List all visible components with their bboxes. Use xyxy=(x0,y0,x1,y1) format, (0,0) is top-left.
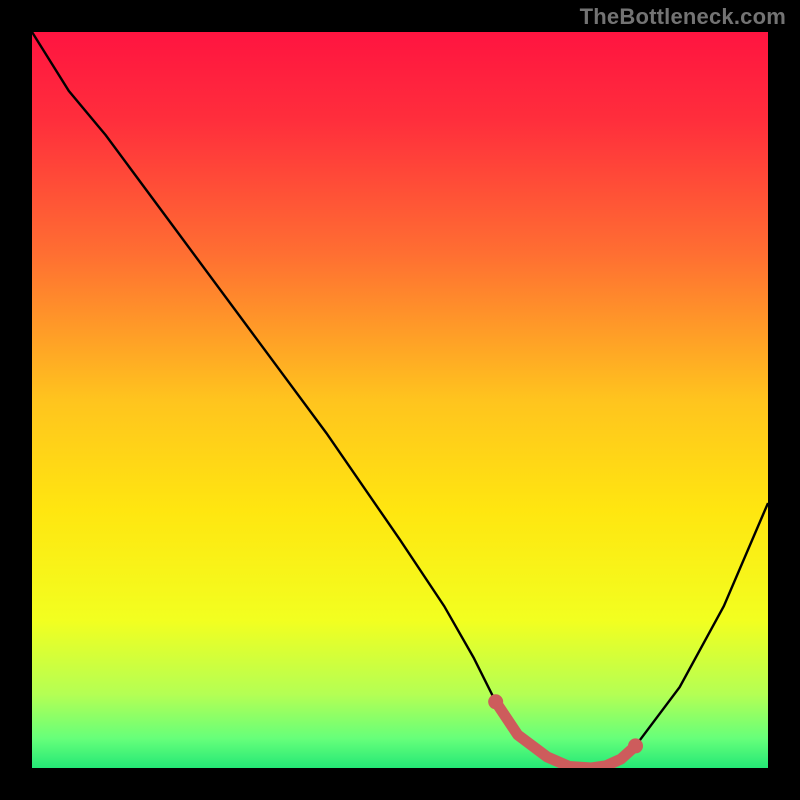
watermark-text: TheBottleneck.com xyxy=(580,4,786,30)
optimal-region-end-dot xyxy=(628,738,643,753)
gradient-background xyxy=(32,32,768,768)
optimal-region-start-dot xyxy=(488,694,503,709)
chart-frame: TheBottleneck.com xyxy=(0,0,800,800)
chart-svg xyxy=(32,32,768,768)
plot-area xyxy=(32,32,768,768)
